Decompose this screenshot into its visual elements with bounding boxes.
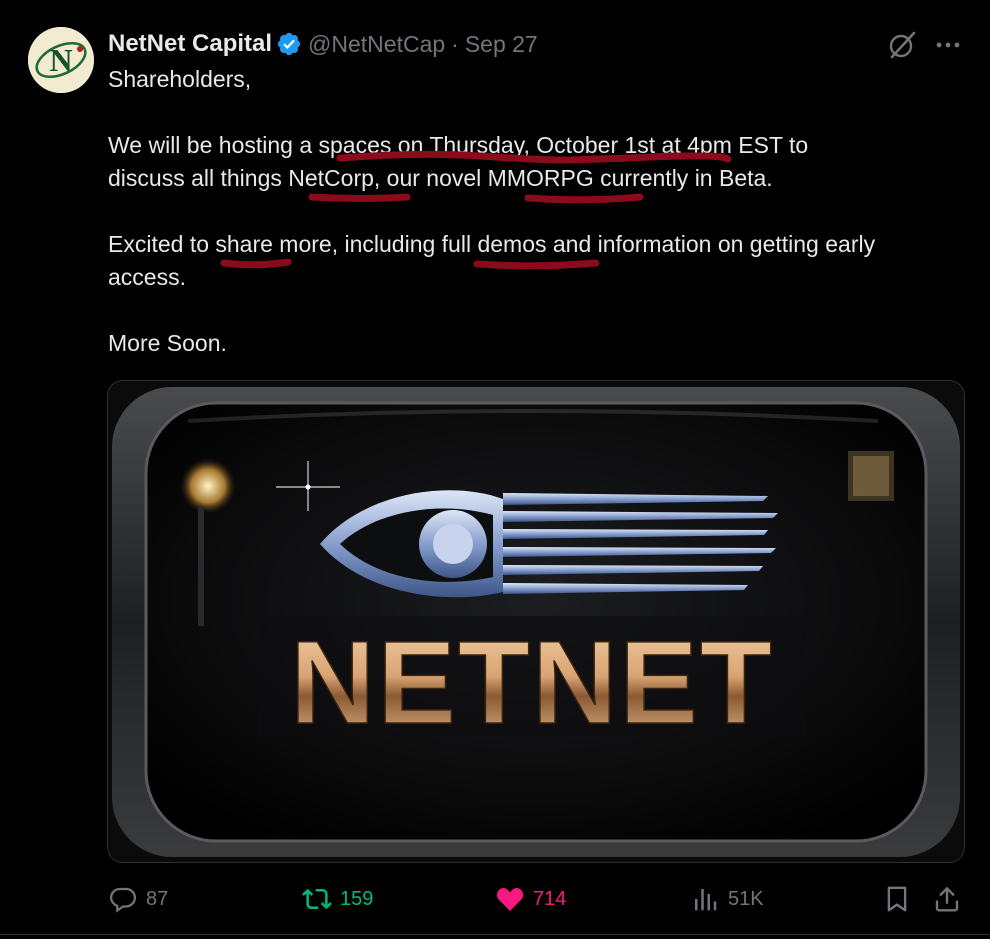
underline-mark xyxy=(473,259,600,270)
netnet-tv-image: NETNET xyxy=(108,381,964,862)
action-bar: 87 159 714 51K xyxy=(0,876,990,922)
media-image[interactable]: NETNET xyxy=(107,380,965,863)
views-chart-icon xyxy=(695,889,717,911)
handle[interactable]: @NetNetCap xyxy=(308,31,445,58)
grok-icon[interactable] xyxy=(886,29,918,61)
heart-icon xyxy=(496,888,524,911)
reply-icon xyxy=(109,887,137,913)
logo-text: NETNET xyxy=(290,617,774,749)
like-count: 714 xyxy=(533,887,567,910)
bookmark-icon xyxy=(887,886,907,912)
repost-count: 159 xyxy=(340,887,374,910)
tweet-text-line: Shareholders, xyxy=(108,66,252,92)
underline-mark xyxy=(308,193,411,202)
share-icon xyxy=(935,887,959,912)
views-button[interactable]: 51K xyxy=(690,876,764,922)
avatar[interactable]: N xyxy=(28,27,94,93)
tweet-text-line: discuss all things NetCorp, our novel MM… xyxy=(108,165,773,191)
bookmark-button[interactable] xyxy=(882,876,912,922)
like-button[interactable]: 714 xyxy=(495,876,566,922)
avatar-logo-icon: N xyxy=(28,27,94,93)
tweet-text-line: Excited to share more, including full de… xyxy=(108,231,876,257)
underline-mark xyxy=(524,193,644,204)
tweet-text-line: access. xyxy=(108,264,186,290)
tweet[interactable]: N NetNet Capital @NetNetCap · Sep 27 Sha… xyxy=(0,0,990,939)
tweet-header: NetNet Capital @NetNetCap · Sep 27 xyxy=(108,28,538,60)
share-button[interactable] xyxy=(932,876,962,922)
repost-icon xyxy=(302,888,332,910)
timestamp[interactable]: Sep 27 xyxy=(465,31,538,58)
avatar-letter: N xyxy=(49,42,72,78)
tweet-divider xyxy=(0,934,990,935)
reply-button[interactable]: 87 xyxy=(108,876,168,922)
more-options-icon[interactable] xyxy=(932,29,964,61)
verified-badge-icon[interactable] xyxy=(276,31,302,57)
tweet-text-line: We will be hosting a spaces on Thursday,… xyxy=(108,132,809,158)
separator-dot: · xyxy=(451,30,459,57)
repost-button[interactable]: 159 xyxy=(302,876,373,922)
display-name[interactable]: NetNet Capital xyxy=(108,30,272,58)
reply-count: 87 xyxy=(146,887,169,910)
views-count: 51K xyxy=(728,887,764,910)
tweet-text-line: More Soon. xyxy=(108,330,227,356)
underline-mark xyxy=(220,258,292,269)
